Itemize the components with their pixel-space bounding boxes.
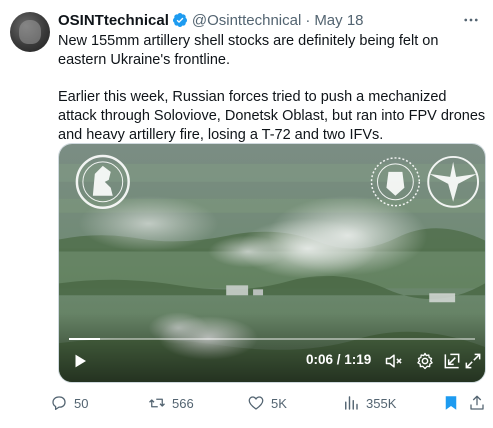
separator-dot: ·: [305, 11, 311, 29]
tweet-paragraph: New 155mm artillery shell stocks are def…: [58, 33, 439, 68]
reply-button[interactable]: 50: [50, 393, 88, 413]
mute-icon[interactable]: [384, 351, 404, 371]
like-button[interactable]: 5K: [247, 393, 287, 413]
views-chart-icon: [345, 396, 358, 410]
author-name[interactable]: OSINTtechnical: [58, 12, 169, 29]
tweet-paragraph: Earlier this week, Russian forces tried …: [58, 89, 486, 143]
like-count: 5K: [271, 395, 287, 411]
verified-badge-icon[interactable]: [172, 12, 188, 28]
video-controls: 0:06 / 1:19: [59, 338, 485, 382]
views-button[interactable]: 355K: [342, 393, 396, 413]
tweet-actions: 50 566 5K 355K: [50, 393, 490, 413]
repost-count: 566: [172, 395, 194, 411]
share-icon: [470, 395, 484, 410]
reply-count: 50: [74, 395, 89, 411]
author-handle[interactable]: @Osinttechnical: [192, 12, 301, 29]
picture-in-picture-icon[interactable]: [442, 351, 462, 371]
views-count: 355K: [366, 395, 397, 411]
bookmark-button[interactable]: [442, 393, 466, 413]
video-progress-fill: [69, 338, 100, 340]
video-time: 0:06 / 1:19: [306, 352, 372, 367]
repost-button[interactable]: 566: [148, 393, 194, 413]
repost-icon: [149, 398, 165, 408]
reply-icon: [52, 396, 66, 411]
avatar[interactable]: [10, 12, 50, 52]
tweet[interactable]: OSINTtechnical @Osinttechnical · May 18 …: [0, 0, 493, 428]
play-icon[interactable]: [71, 352, 89, 370]
fullscreen-icon[interactable]: [463, 351, 483, 371]
video-progress-bar[interactable]: [69, 338, 475, 340]
bookmark-icon: [445, 396, 457, 410]
share-button[interactable]: [468, 393, 492, 413]
tweet-text: New 155mm artillery shell stocks are def…: [58, 32, 486, 145]
more-options-icon[interactable]: [461, 10, 481, 30]
tweet-header: OSINTtechnical @Osinttechnical · May 18: [58, 10, 364, 30]
settings-gear-icon[interactable]: [415, 351, 435, 371]
video-player[interactable]: 0:06 / 1:19: [58, 143, 486, 383]
tweet-date[interactable]: May 18: [314, 12, 363, 29]
heart-icon: [248, 396, 264, 410]
